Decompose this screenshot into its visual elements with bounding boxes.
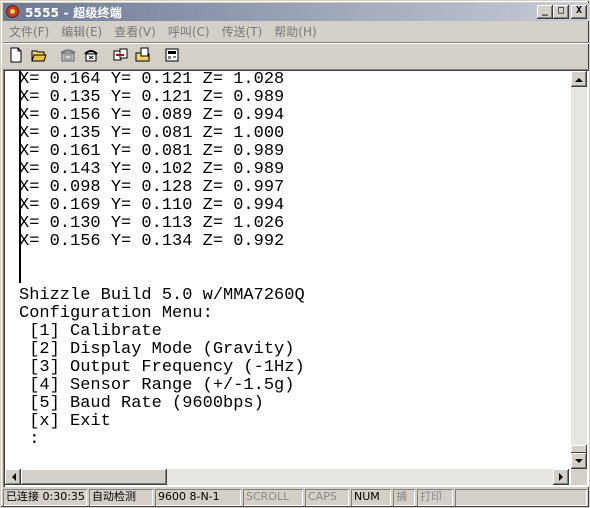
scroll-corner bbox=[571, 469, 587, 485]
minimize-button[interactable]: _ bbox=[537, 5, 553, 19]
call-phone-icon bbox=[60, 49, 76, 62]
status-auto-detect: 自动检测 bbox=[89, 489, 153, 506]
status-empty bbox=[455, 489, 587, 506]
window-controls: _ □ X bbox=[537, 5, 587, 19]
terminal-line: X= 0.143 Y= 0.102 Z= 0.989 bbox=[19, 160, 285, 179]
terminal-output[interactable]: X= 0.164 Y= 0.121 Z= 1.028 X= 0.135 Y= 0… bbox=[7, 71, 571, 466]
status-num-lock: NUM bbox=[351, 489, 391, 506]
status-connected-time: 已连接 0:30:35 bbox=[3, 489, 87, 506]
receive-button[interactable] bbox=[132, 45, 154, 65]
disconnect-button[interactable] bbox=[80, 45, 102, 65]
scroll-left-button[interactable] bbox=[5, 469, 21, 485]
hyperterminal-app-icon[interactable] bbox=[5, 4, 21, 20]
terminal-line: Shizzle Build 5.0 w/MMA7260Q bbox=[19, 286, 305, 305]
menu-call[interactable]: 呼叫(C) bbox=[162, 23, 216, 40]
scroll-up-button[interactable] bbox=[571, 71, 587, 87]
window-title: 5555 - 超级终端 bbox=[25, 5, 122, 20]
toolbar bbox=[3, 42, 589, 67]
terminal-line: [4] Sensor Range (+/-1.5g) bbox=[19, 376, 295, 395]
open-folder-icon bbox=[31, 50, 47, 62]
menu-edit[interactable]: 编辑(E) bbox=[55, 23, 108, 40]
vertical-scroll-thumb[interactable] bbox=[571, 445, 587, 453]
terminal-line: X= 0.156 Y= 0.089 Z= 0.994 bbox=[19, 106, 285, 125]
terminal-line: [3] Output Frequency (-1Hz) bbox=[19, 358, 305, 377]
terminal-line: : bbox=[19, 430, 40, 449]
properties-button[interactable] bbox=[161, 45, 183, 65]
terminal-line: X= 0.135 Y= 0.081 Z= 1.000 bbox=[19, 124, 285, 143]
terminal-line: [1] Calibrate bbox=[19, 322, 162, 341]
horizontal-scroll-thumb[interactable] bbox=[21, 469, 167, 485]
terminal-left-rule bbox=[19, 71, 21, 283]
terminal-line: X= 0.130 Y= 0.113 Z= 1.026 bbox=[19, 214, 285, 233]
arrow-left-icon bbox=[11, 473, 16, 481]
arrow-down-icon bbox=[575, 458, 583, 463]
terminal-line: X= 0.169 Y= 0.110 Z= 0.994 bbox=[19, 196, 285, 215]
menu-bar: 文件(F) 编辑(E) 查看(V) 呼叫(C) 传送(T) 帮助(H) bbox=[3, 22, 589, 41]
scroll-right-button[interactable] bbox=[553, 469, 569, 485]
terminal-line: X= 0.164 Y= 0.121 Z= 1.028 bbox=[19, 71, 285, 89]
terminal-line: X= 0.161 Y= 0.081 Z= 0.989 bbox=[19, 142, 285, 161]
menu-view[interactable]: 查看(V) bbox=[108, 23, 162, 40]
maximize-button[interactable]: □ bbox=[553, 5, 569, 19]
status-caps-lock: CAPS bbox=[305, 489, 349, 506]
status-print-echo: 打印 bbox=[417, 489, 453, 506]
status-scroll-lock: SCROLL bbox=[243, 489, 303, 506]
terminal-line: Configuration Menu: bbox=[19, 304, 213, 323]
hyperterminal-window: 5555 - 超级终端 _ □ X 文件(F) 编辑(E) 查看(V) 呼叫(C… bbox=[0, 0, 590, 508]
receive-icon bbox=[135, 47, 150, 62]
menu-help[interactable]: 帮助(H) bbox=[268, 23, 322, 40]
menu-file[interactable]: 文件(F) bbox=[3, 23, 55, 40]
arrow-right-icon bbox=[558, 473, 563, 481]
terminal-line: X= 0.098 Y= 0.128 Z= 0.997 bbox=[19, 178, 285, 197]
terminal-line: [2] Display Mode (Gravity) bbox=[19, 340, 295, 359]
send-icon bbox=[113, 48, 128, 61]
terminal-line: X= 0.156 Y= 0.134 Z= 0.992 bbox=[19, 232, 285, 251]
disconnect-phone-icon bbox=[84, 50, 98, 62]
terminal-line: [5] Baud Rate (9600bps) bbox=[19, 394, 264, 413]
title-bar[interactable]: 5555 - 超级终端 _ □ X bbox=[3, 3, 589, 21]
properties-icon bbox=[165, 48, 179, 62]
open-folder-button[interactable] bbox=[28, 45, 50, 65]
new-document-icon bbox=[10, 47, 22, 63]
terminal-frame: X= 0.164 Y= 0.121 Z= 1.028 X= 0.135 Y= 0… bbox=[3, 69, 589, 487]
new-document-button[interactable] bbox=[5, 45, 27, 65]
vertical-scrollbar[interactable] bbox=[571, 71, 587, 469]
scroll-down-button[interactable] bbox=[571, 453, 587, 469]
close-button[interactable]: X bbox=[571, 5, 587, 19]
menu-transfer[interactable]: 传送(T) bbox=[216, 23, 269, 40]
send-button[interactable] bbox=[109, 45, 131, 65]
status-port-params: 9600 8-N-1 bbox=[155, 489, 241, 506]
terminal-line: [x] Exit bbox=[19, 412, 111, 431]
call-button[interactable] bbox=[57, 45, 79, 65]
arrow-up-icon bbox=[575, 77, 583, 82]
status-bar: 已连接 0:30:35 自动检测 9600 8-N-1 SCROLL CAPS … bbox=[3, 489, 589, 507]
status-capture: 捕 bbox=[393, 489, 415, 506]
horizontal-scrollbar[interactable] bbox=[5, 469, 569, 485]
terminal-line: X= 0.135 Y= 0.121 Z= 0.989 bbox=[19, 88, 285, 107]
